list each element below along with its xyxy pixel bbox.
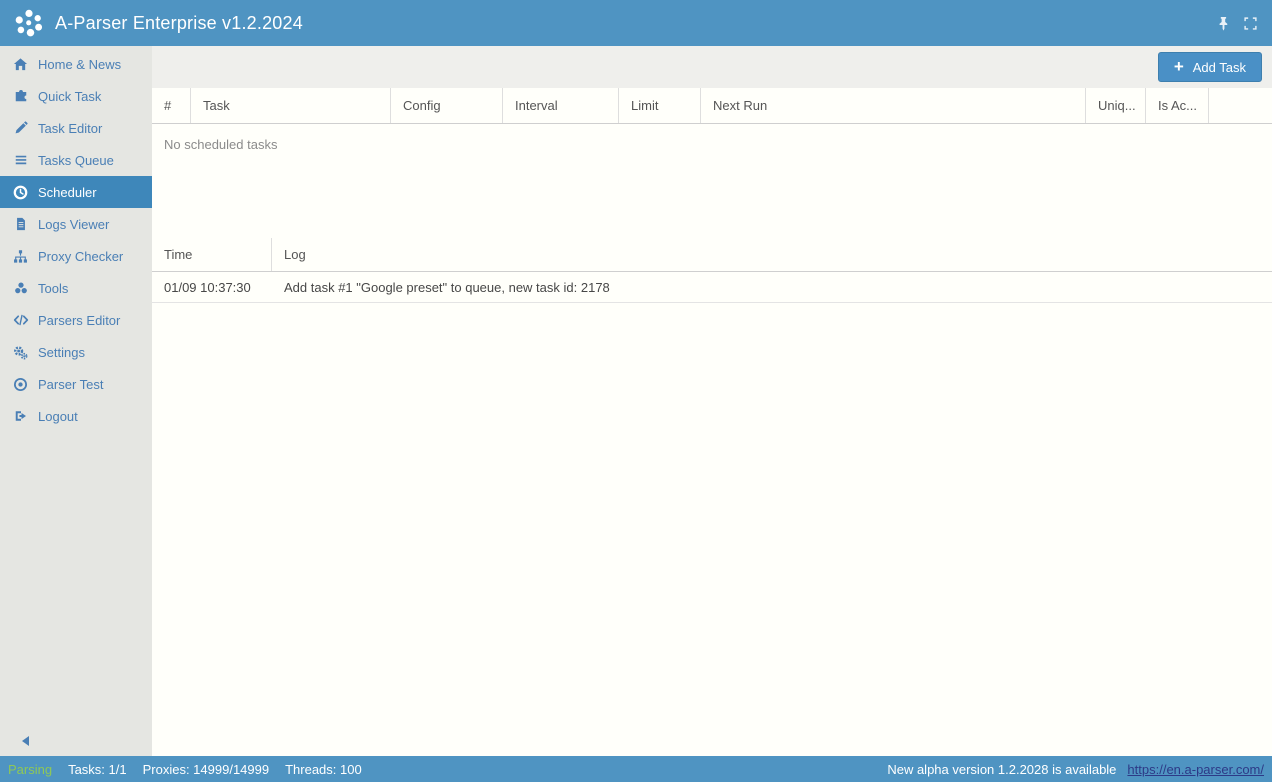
status-proxies: Proxies: 14999/14999 xyxy=(143,762,269,777)
scheduler-toolbar: + Add Task xyxy=(152,46,1272,88)
sidebar-item-task-editor[interactable]: Task Editor xyxy=(0,112,152,144)
sidebar-item-logs-viewer[interactable]: Logs Viewer xyxy=(0,208,152,240)
sidebar-item-label: Settings xyxy=(38,345,85,360)
column-header-next-run[interactable]: Next Run xyxy=(700,88,1085,123)
sidebar-item-quick-task[interactable]: Quick Task xyxy=(0,80,152,112)
sidebar-item-label: Task Editor xyxy=(38,121,102,136)
home-icon xyxy=(12,57,29,72)
sidebar-item-label: Quick Task xyxy=(38,89,101,104)
collapse-left-icon[interactable] xyxy=(22,736,29,746)
column-header-interval[interactable]: Interval xyxy=(502,88,618,123)
scheduled-tasks-empty-message: No scheduled tasks xyxy=(152,124,1272,238)
sidebar-item-label: Home & News xyxy=(38,57,121,72)
sidebar-item-label: Scheduler xyxy=(38,185,97,200)
sidebar-item-label: Parsers Editor xyxy=(38,313,120,328)
clock-icon xyxy=(12,185,29,200)
log-time-cell: 01/09 10:37:30 xyxy=(152,280,272,295)
column-header-uniq[interactable]: Uniq... xyxy=(1085,88,1145,123)
scheduled-tasks-table-header: #TaskConfigIntervalLimitNext RunUniq...I… xyxy=(152,88,1272,124)
sidebar-item-parsers-editor[interactable]: Parsers Editor xyxy=(0,304,152,336)
sidebar-item-proxy-checker[interactable]: Proxy Checker xyxy=(0,240,152,272)
log-message-cell: Add task #1 "Google preset" to queue, ne… xyxy=(272,280,1272,295)
sidebar-item-settings[interactable]: Settings xyxy=(0,336,152,368)
cubes-icon xyxy=(12,281,29,295)
status-threads: Threads: 100 xyxy=(285,762,362,777)
log-table-header: TimeLog xyxy=(152,238,1272,272)
column-header-log[interactable]: Log xyxy=(272,238,1272,271)
status-tasks: Tasks: 1/1 xyxy=(68,762,127,777)
sidebar-item-label: Tasks Queue xyxy=(38,153,114,168)
sidebar-item-label: Parser Test xyxy=(38,377,104,392)
column-header-spacer xyxy=(1208,88,1272,123)
log-table-body: 01/09 10:37:30Add task #1 "Google preset… xyxy=(152,272,1272,303)
sidebar-item-parser-test[interactable]: Parser Test xyxy=(0,368,152,400)
add-task-label: Add Task xyxy=(1193,60,1246,75)
sidebar-item-label: Logout xyxy=(38,409,78,424)
logout-icon xyxy=(12,409,29,423)
sidebar-item-label: Tools xyxy=(38,281,68,296)
file-icon xyxy=(12,217,29,231)
pencil-icon xyxy=(12,121,29,135)
update-message: New alpha version 1.2.2028 is available xyxy=(887,762,1116,777)
sidebar-item-label: Proxy Checker xyxy=(38,249,123,264)
fullscreen-icon[interactable] xyxy=(1243,16,1258,31)
add-task-button[interactable]: + Add Task xyxy=(1158,52,1262,82)
list-icon xyxy=(12,153,29,167)
sidebar-item-home-news[interactable]: Home & News xyxy=(0,48,152,80)
puzzle-icon xyxy=(12,89,29,103)
column-header-limit[interactable]: Limit xyxy=(618,88,700,123)
status-bar: Parsing Tasks: 1/1 Proxies: 14999/14999 … xyxy=(0,756,1272,782)
pin-icon[interactable] xyxy=(1216,16,1231,31)
code-icon xyxy=(12,312,29,328)
status-state: Parsing xyxy=(8,762,52,777)
app-window: A-Parser Enterprise v1.2.2024 Home & New… xyxy=(0,0,1272,782)
bullseye-icon xyxy=(12,377,29,392)
sidebar-item-label: Logs Viewer xyxy=(38,217,109,232)
plus-icon: + xyxy=(1174,58,1184,75)
column-header-config[interactable]: Config xyxy=(390,88,502,123)
log-table-row[interactable]: 01/09 10:37:30Add task #1 "Google preset… xyxy=(152,272,1272,303)
update-link[interactable]: https://en.a-parser.com/ xyxy=(1127,762,1264,777)
sidebar: Home & News Quick Task Task Editor Tasks Qu… xyxy=(0,46,152,756)
column-header-task[interactable]: Task xyxy=(190,88,390,123)
gears-icon xyxy=(12,345,29,360)
app-title: A-Parser Enterprise v1.2.2024 xyxy=(55,13,303,34)
sidebar-item-logout[interactable]: Logout xyxy=(0,400,152,432)
column-header-time[interactable]: Time xyxy=(152,238,272,271)
scheduler-page: + Add Task #TaskConfigIntervalLimitNext … xyxy=(152,46,1272,756)
column-header-[interactable]: # xyxy=(152,88,190,123)
column-header-is-ac[interactable]: Is Ac... xyxy=(1145,88,1208,123)
a-parser-logo-icon xyxy=(14,8,44,38)
sidebar-item-tools[interactable]: Tools xyxy=(0,272,152,304)
sidebar-item-scheduler[interactable]: Scheduler xyxy=(0,176,152,208)
app-header: A-Parser Enterprise v1.2.2024 xyxy=(0,0,1272,46)
sitemap-icon xyxy=(12,249,29,264)
sidebar-item-tasks-queue[interactable]: Tasks Queue xyxy=(0,144,152,176)
